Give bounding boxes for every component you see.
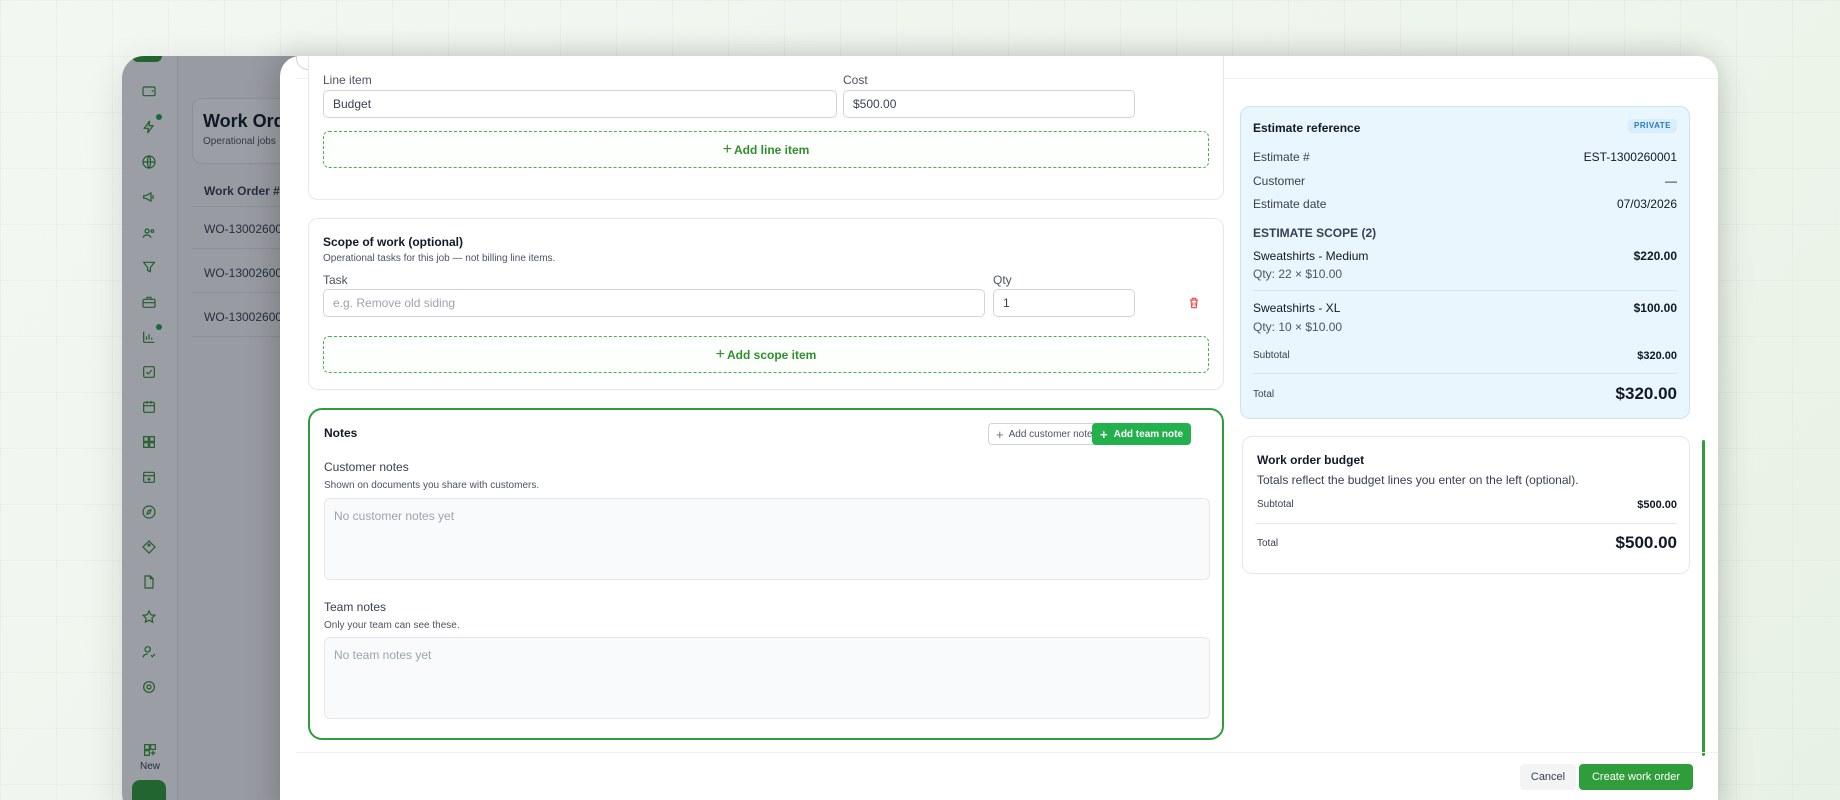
estimate-number-value: EST-1300260001 [1583, 150, 1677, 164]
add-team-note-button[interactable]: + Add team note [1092, 423, 1192, 445]
scope-item-value: $100.00 [1633, 301, 1677, 315]
trash-icon [1189, 297, 1199, 309]
delete-scope-item-button[interactable] [1187, 296, 1203, 312]
budget-subtotal-value: $500.00 [1637, 499, 1677, 511]
customer-value: — [1665, 174, 1677, 188]
scope-item-name: Sweatshirts - XL [1253, 301, 1341, 315]
budget-subtotal-label: Subtotal [1257, 499, 1294, 510]
budget-title: Work order budget [1257, 453, 1365, 467]
scope-section: Scope of work (optional) Operational tas… [308, 218, 1224, 390]
cost-input[interactable] [843, 90, 1135, 118]
estimate-total-value: $320.00 [1615, 384, 1677, 403]
customer-notes-help: Shown on documents you share with custom… [324, 480, 540, 491]
cancel-button[interactable]: Cancel [1520, 764, 1576, 790]
add-scope-item-label: Add scope item [726, 347, 817, 362]
cost-label: Cost [843, 73, 868, 87]
add-customer-note-label: Add customer note [1008, 428, 1093, 440]
budget-total-value: $500.00 [1615, 533, 1677, 552]
estimate-number-label: Estimate # [1253, 150, 1310, 164]
estimate-scope-heading: ESTIMATE SCOPE (2) [1253, 226, 1377, 240]
add-line-item-button[interactable]: + Add line item [323, 131, 1209, 168]
line-items-section: Line item Cost + Add line item [308, 56, 1224, 200]
notes-section: Notes + Add customer note + Add team not… [308, 408, 1224, 740]
team-notes-help: Only your team can see these. [324, 620, 460, 631]
estimate-date-value: 07/03/2026 [1616, 197, 1677, 211]
task-input[interactable] [323, 289, 985, 317]
team-notes-box[interactable]: No team notes yet [324, 637, 1210, 719]
scope-item-qty: Qty: 22 × $10.00 [1253, 267, 1343, 281]
scope-item-name: Sweatshirts - Medium [1253, 249, 1369, 263]
estimate-reference-title: Estimate reference [1253, 121, 1361, 135]
add-line-item-label: Add line item [734, 142, 810, 157]
customer-notes-box[interactable]: No customer notes yet [324, 498, 1210, 580]
scope-item-value: $220.00 [1633, 249, 1677, 263]
task-label: Task [323, 273, 348, 287]
estimate-total-label: Total [1253, 389, 1275, 400]
scroll-indicator[interactable] [1702, 440, 1705, 756]
budget-total-label: Total [1257, 538, 1279, 549]
create-work-order-button[interactable]: Create work order [1579, 764, 1693, 790]
qty-input[interactable] [993, 289, 1135, 317]
line-item-input[interactable] [323, 90, 837, 118]
estimate-subtotal-label: Subtotal [1253, 350, 1290, 361]
private-badge: PRIVATE [1628, 119, 1677, 133]
plus-icon: + [1100, 426, 1108, 442]
create-work-order-modal: Line item Cost + Add line item Scope of … [280, 56, 1718, 800]
work-order-budget-card: Work order budget Totals reflect the bud… [1242, 436, 1690, 574]
notes-title: Notes [324, 426, 358, 440]
add-customer-note-button[interactable]: + Add customer note [988, 423, 1101, 445]
plus-icon: + [996, 426, 1004, 442]
divider [1255, 523, 1677, 524]
customer-label: Customer [1253, 174, 1306, 188]
scope-description: Operational tasks for this job — not bil… [323, 253, 556, 264]
estimate-subtotal-value: $320.00 [1637, 350, 1677, 362]
footer-divider [296, 752, 1718, 753]
team-notes-label: Team notes [324, 600, 387, 614]
divider [1253, 373, 1677, 374]
scope-title: Scope of work (optional) [323, 235, 463, 249]
add-scope-item-button[interactable]: + Add scope item [323, 336, 1209, 373]
estimate-reference-card: Estimate reference PRIVATE Estimate # ES… [1240, 106, 1690, 419]
budget-description: Totals reflect the budget lines you ente… [1257, 473, 1579, 487]
plus-icon: + [715, 345, 725, 363]
qty-label: Qty [993, 273, 1012, 287]
add-team-note-label: Add team note [1113, 428, 1184, 440]
line-item-label: Line item [323, 73, 372, 87]
customer-notes-label: Customer notes [324, 460, 409, 474]
plus-icon: + [722, 140, 732, 158]
scope-item-qty: Qty: 10 × $10.00 [1253, 320, 1343, 334]
divider [1253, 290, 1677, 291]
estimate-date-label: Estimate date [1253, 197, 1327, 211]
